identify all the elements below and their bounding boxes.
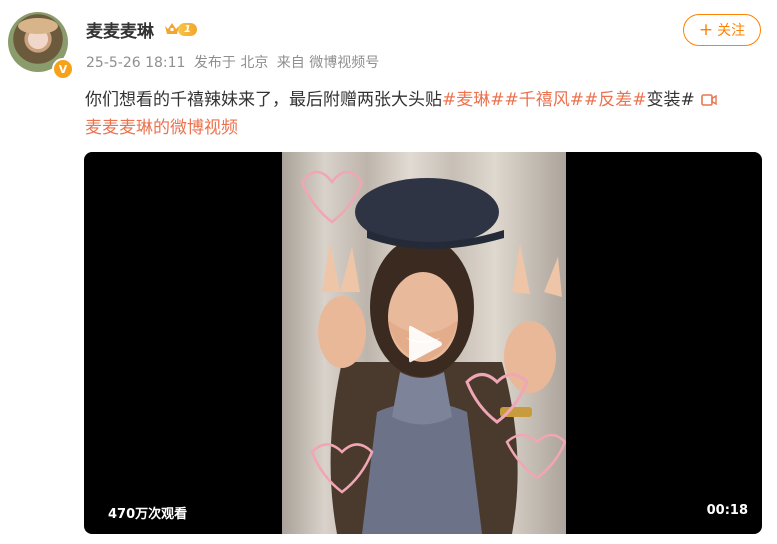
caption-text: 你们想看的千禧辣妹来了，最后附赠两张大头贴 [85,90,442,110]
play-icon[interactable] [405,322,445,366]
follow-button[interactable]: + 关注 [683,14,761,46]
video-link-icon [700,94,717,106]
post-location: 发布于 北京 [193,55,269,71]
level-number: 1 [178,22,197,36]
post-meta: 25-5-26 18:11 发布于 北京 来自 微博视频号 [86,52,383,72]
video-player[interactable]: 470万次观看 00:18 [84,152,762,534]
video-source-link[interactable]: 麦麦麦琳的微博视频 [85,118,238,138]
follow-label: 关注 [717,23,746,39]
level-badge[interactable]: 1 [164,21,197,37]
video-duration: 00:18 [706,503,748,518]
hashtag-fancha[interactable]: #反差# [584,90,647,110]
post-source: 来自 微博视频号 [276,55,380,71]
hashtag-qianxi[interactable]: #千禧风# [505,90,585,110]
author-name[interactable]: 麦麦麦琳 [86,17,154,42]
plus-icon: + [698,19,714,40]
verified-badge: V [52,58,74,80]
post-caption: 你们想看的千禧辣妹来了，最后附赠两张大头贴#麦琳##千禧风##反差#变装# 麦麦… [85,86,765,142]
hashtag-mailin[interactable]: #麦琳# [442,90,505,110]
post-time[interactable]: 25-5-26 18:11 [86,55,185,71]
avatar-hat-shape [18,18,58,34]
caption-suffix: 变装# [646,90,695,110]
view-count: 470万次观看 [108,507,188,522]
